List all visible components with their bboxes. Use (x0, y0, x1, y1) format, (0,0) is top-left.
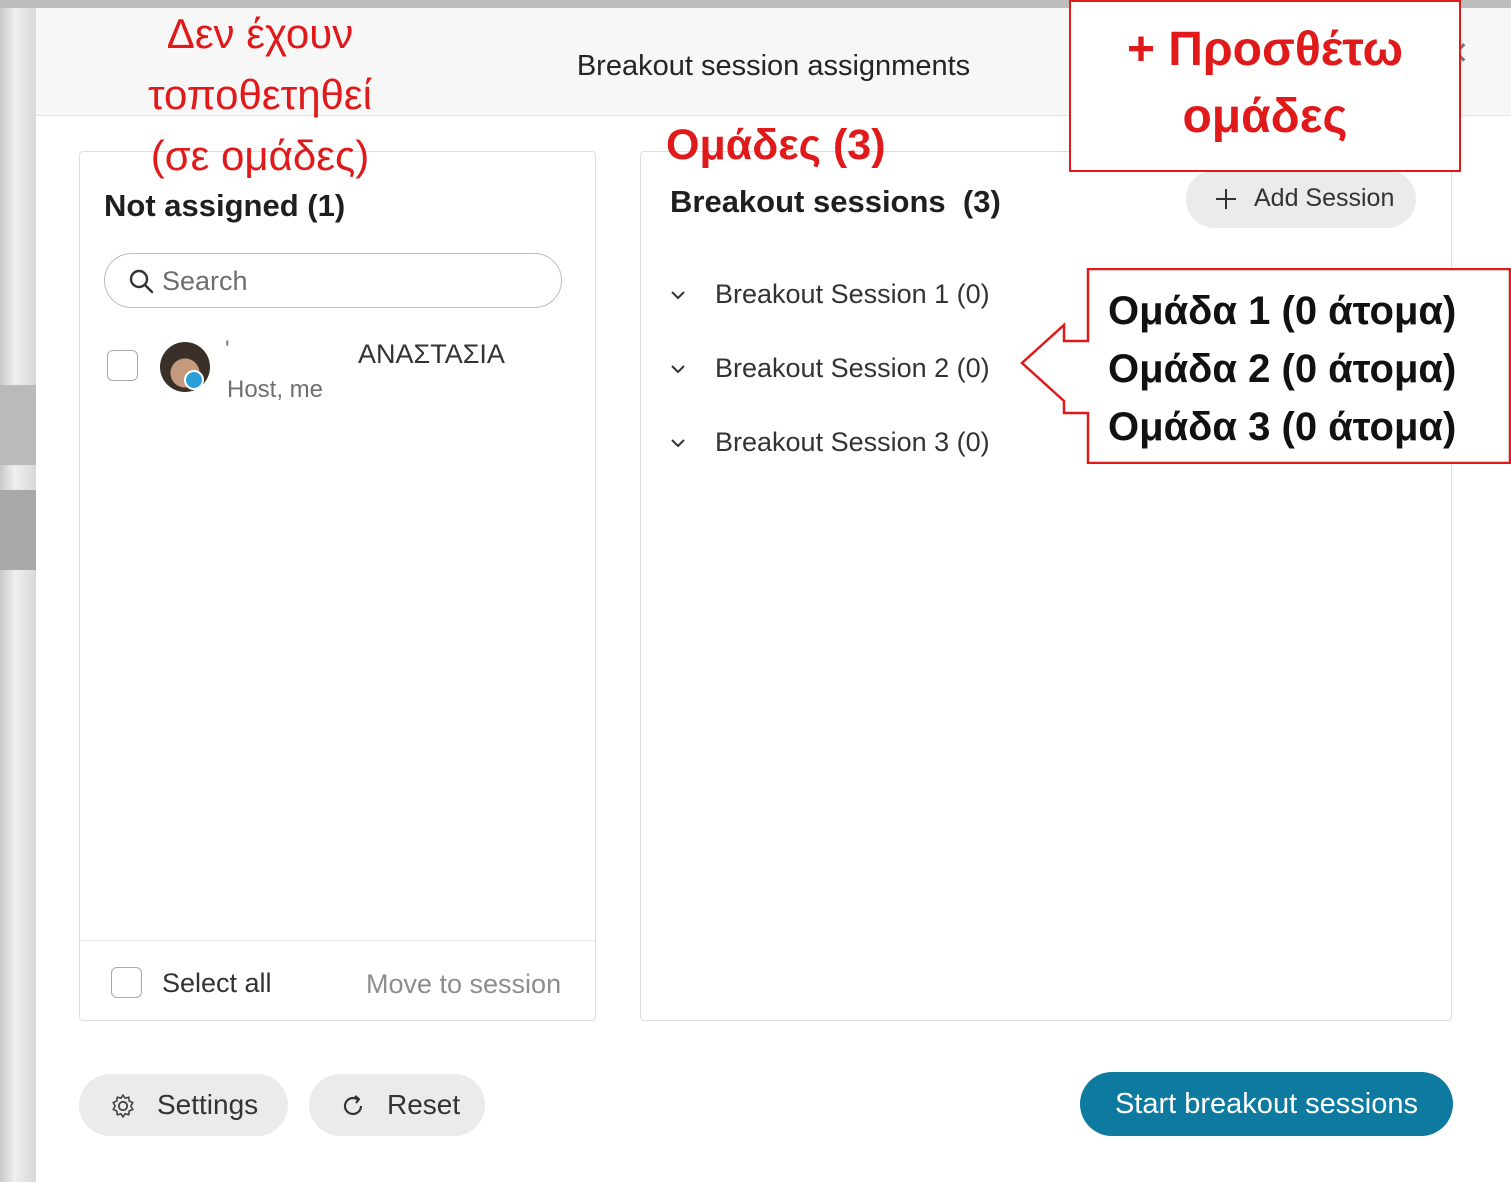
reset-button[interactable]: Reset (309, 1074, 485, 1136)
move-to-session-button[interactable]: Move to session (366, 969, 561, 1000)
chevron-down-icon[interactable] (669, 436, 687, 450)
participant-checkbox[interactable] (107, 350, 138, 381)
annotation-groups: Ομάδες (3) (666, 121, 886, 169)
breakout-sessions-title: Breakout sessions (3) (670, 184, 1001, 219)
chevron-down-icon[interactable] (669, 288, 687, 302)
annotation-not-assigned: Δεν έχουν τοποθετηθεί (σε ομάδες) (148, 10, 372, 179)
session-label: Breakout Session 2 (0) (715, 353, 990, 383)
background-window-shade (0, 490, 36, 570)
annotation-callout-text: Ομάδα 1 (0 άτομα) Ομάδα 2 (0 άτομα) Ομάδ… (1108, 282, 1500, 456)
session-label: Breakout Session 3 (0) (715, 427, 990, 457)
session-label: Breakout Session 1 (0) (715, 279, 990, 309)
not-assigned-footer: Select all Move to session (80, 940, 595, 1021)
background-window (0, 0, 36, 1182)
add-session-label: Add Session (1254, 184, 1395, 212)
not-assigned-panel: Not assigned (1) ' ΑΝΑΣΤΑΣΙΑ Host, me Se… (79, 151, 596, 1021)
add-session-button[interactable]: Add Session (1186, 170, 1416, 228)
annotation-add-groups: + Προσθέτω ομάδες (1126, 23, 1404, 144)
host-badge-icon (184, 370, 204, 390)
participant-role: Host, me (227, 376, 324, 403)
search-icon (129, 269, 154, 294)
settings-button[interactable]: Settings (79, 1074, 288, 1136)
settings-label: Settings (157, 1089, 259, 1120)
reset-icon (343, 1095, 363, 1116)
chevron-down-icon[interactable] (669, 362, 687, 376)
annotation-callout-line: Ομάδα 2 (0 άτομα) (1108, 347, 1457, 391)
gear-icon (112, 1094, 134, 1118)
annotation-callout-line: Ομάδα 1 (0 άτομα) (1108, 289, 1457, 333)
background-window-shade (0, 385, 36, 465)
annotation-callout-line: Ομάδα 3 (0 άτομα) (1108, 405, 1457, 449)
search-input[interactable] (160, 261, 544, 301)
participant-row[interactable]: ' ΑΝΑΣΤΑΣΙΑ Host, me (80, 322, 595, 403)
reset-label: Reset (387, 1089, 461, 1120)
plus-icon (1216, 189, 1236, 209)
annotation-add-groups-box: + Προσθέτω ομάδες (1069, 0, 1461, 172)
select-all-label[interactable]: Select all (162, 968, 272, 999)
participant-name: ΑΝΑΣΤΑΣΙΑ (358, 339, 505, 369)
start-breakout-sessions-button[interactable]: Start breakout sessions (1080, 1072, 1453, 1136)
search-box[interactable] (104, 253, 562, 308)
participant-name-prefix: ' (225, 336, 230, 363)
start-breakout-sessions-label: Start breakout sessions (1114, 1088, 1419, 1120)
select-all-checkbox[interactable] (111, 967, 142, 998)
not-assigned-title: Not assigned (1) (104, 188, 346, 223)
